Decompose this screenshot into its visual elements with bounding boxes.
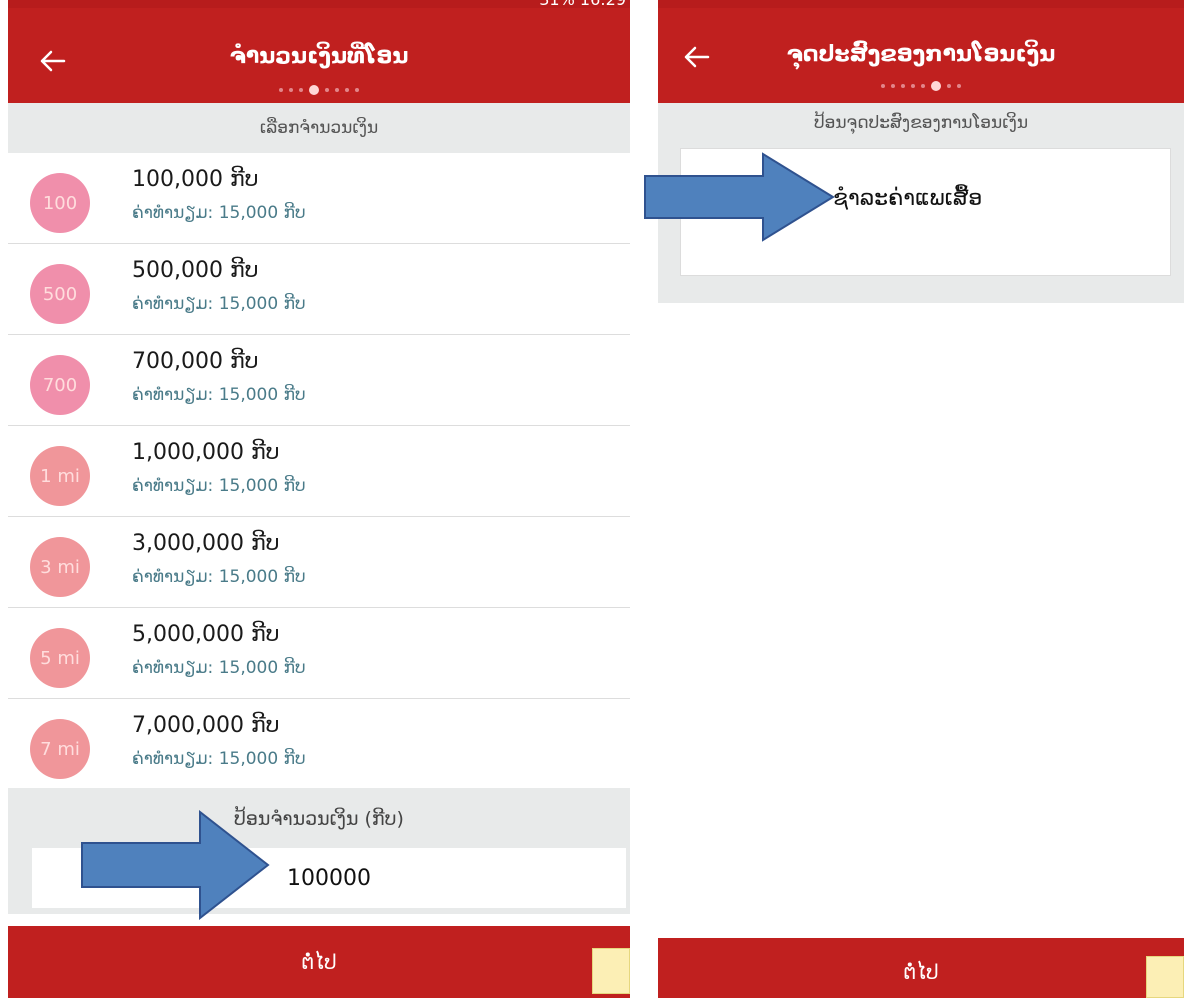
status-bar: 31% 16:29 (8, 0, 630, 8)
step-dot (947, 84, 951, 88)
amount-badge: 100 (30, 173, 90, 233)
step-dot (355, 88, 359, 92)
step-dot (279, 88, 283, 92)
fee-text: ຄ່າທຳນຽມ: 15,000 ກີບ (132, 658, 306, 678)
fee-text: ຄ່າທຳນຽມ: 15,000 ກີບ (132, 203, 306, 223)
list-item[interactable]: 700 700,000 ກີບ ຄ່າທຳນຽມ: 15,000 ກີບ (8, 335, 630, 426)
callout-arrow (81, 810, 270, 920)
corner-square (1146, 956, 1184, 998)
app-header: ຈຸດປະສົງຂອງການໂອນເງິນ (658, 8, 1184, 103)
amount-badge: 1 mi (30, 446, 90, 506)
amount-list: 100 100,000 ກີບ ຄ່າທຳນຽມ: 15,000 ກີບ 500… (8, 153, 630, 790)
step-dot-active (931, 81, 941, 91)
step-indicator (8, 85, 630, 95)
list-item[interactable]: 100 100,000 ກີບ ຄ່າທຳນຽມ: 15,000 ກີບ (8, 153, 630, 244)
step-dot (325, 88, 329, 92)
fee-text: ຄ່າທຳນຽມ: 15,000 ກີບ (132, 294, 306, 314)
step-dot (921, 84, 925, 88)
corner-square (592, 948, 630, 994)
page-title: ຈຸດປະສົງຂອງການໂອນເງິນ (786, 42, 1056, 67)
step-dot (957, 84, 961, 88)
list-item[interactable]: 500 500,000 ກີບ ຄ່າທຳນຽມ: 15,000 ກີບ (8, 244, 630, 335)
step-dot (289, 88, 293, 92)
fee-text: ຄ່າທຳນຽມ: 15,000 ກີບ (132, 749, 306, 769)
amount-text: 1,000,000 ກີບ (132, 440, 280, 465)
list-item[interactable]: 5 mi 5,000,000 ກີບ ຄ່າທຳນຽມ: 15,000 ກີບ (8, 608, 630, 699)
purpose-screen: ຈຸດປະສົງຂອງການໂອນເງິນ ປ້ອນຈຸດປະສົງຂອງການ… (658, 0, 1184, 998)
fee-text: ຄ່າທຳນຽມ: 15,000 ກີບ (132, 385, 306, 405)
step-dot (335, 88, 339, 92)
fee-text: ຄ່າທຳນຽມ: 15,000 ກີບ (132, 476, 306, 496)
section-label: ປ້ອນຈຸດປະສົງຂອງການໂອນເງິນ (813, 113, 1029, 133)
section-label: ເລືອກຈຳນວນເງິນ (8, 103, 630, 153)
callout-arrow (644, 152, 835, 242)
amount-text: 100,000 ກີບ (132, 167, 259, 192)
list-item[interactable]: 7 mi 7,000,000 ກີບ ຄ່າທຳນຽມ: 15,000 ກີບ (8, 699, 630, 790)
next-button[interactable]: ຕໍ່ໄປ (658, 938, 1184, 998)
screen-divider (630, 0, 658, 998)
amount-badge: 700 (30, 355, 90, 415)
step-dot (911, 84, 915, 88)
amount-badge: 5 mi (30, 628, 90, 688)
amount-text: 500,000 ກີບ (132, 258, 259, 283)
step-dot (891, 84, 895, 88)
purpose-text: ຊຳລະຄ່າແພເສື້ອ (833, 186, 983, 211)
amount-text: 3,000,000 ກີບ (132, 531, 280, 556)
amount-text: 5,000,000 ກີບ (132, 622, 280, 647)
amount-badge: 500 (30, 264, 90, 324)
page-title: ຈຳນວນເງິນທີ່ໂອນ (229, 44, 409, 69)
app-header: ຈຳນວນເງິນທີ່ໂອນ (8, 8, 630, 103)
step-dot (901, 84, 905, 88)
amount-badge: 3 mi (30, 537, 90, 597)
status-text: 31% 16:29 (539, 0, 626, 8)
amount-badge: 7 mi (30, 719, 90, 779)
status-bar (658, 0, 1184, 8)
step-dot (881, 84, 885, 88)
step-dot (345, 88, 349, 92)
step-indicator (658, 81, 1184, 91)
step-dot (299, 88, 303, 92)
amount-text: 7,000,000 ກີບ (132, 713, 280, 738)
next-button-label: ຕໍ່ໄປ (301, 950, 337, 974)
amount-text: 700,000 ກີບ (132, 349, 259, 374)
list-item[interactable]: 1 mi 1,000,000 ກີບ ຄ່າທຳນຽມ: 15,000 ກີບ (8, 426, 630, 517)
fee-text: ຄ່າທຳນຽມ: 15,000 ກີບ (132, 567, 306, 587)
step-dot-active (309, 85, 319, 95)
next-button[interactable]: ຕໍ່ໄປ (8, 926, 630, 998)
next-button-label: ຕໍ່ໄປ (903, 960, 939, 984)
list-item[interactable]: 3 mi 3,000,000 ກີບ ຄ່າທຳນຽມ: 15,000 ກີບ (8, 517, 630, 608)
